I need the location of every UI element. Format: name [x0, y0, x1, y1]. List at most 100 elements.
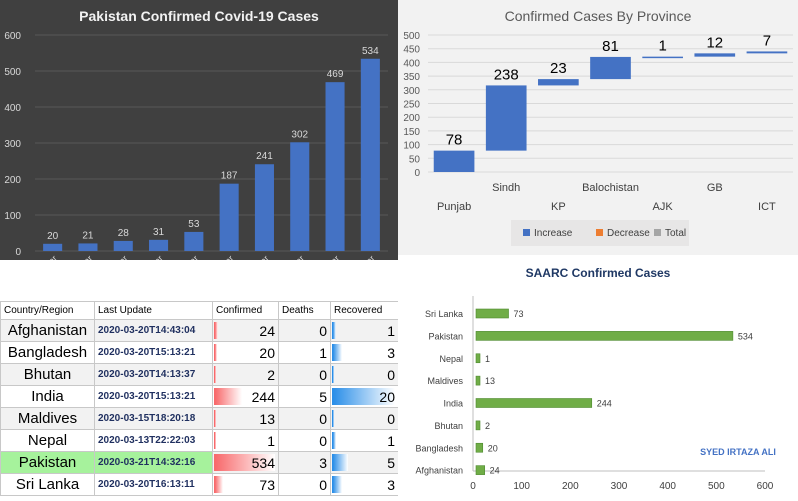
data-label: 1 [485, 354, 490, 364]
bar [475, 331, 734, 341]
x-tick-label: 400 [659, 481, 676, 492]
cell-deaths: 3 [278, 451, 331, 474]
data-bar [214, 432, 217, 449]
waterfall-bar [590, 56, 631, 80]
data-bar [214, 322, 218, 339]
cell-confirmed: 73 [212, 473, 279, 496]
x-tick-label: Balochistan [582, 182, 639, 194]
cell-recovered: 1 [330, 319, 398, 342]
cell-value: 1 [267, 432, 275, 449]
y-tick-label: 0 [15, 247, 21, 258]
table-row: Maldives 2020-03-15T18:20:18 13 0 0 [0, 407, 398, 430]
data-bar [332, 344, 343, 361]
data-bar [214, 410, 217, 427]
cell-recovered: 1 [330, 429, 398, 452]
author-annotation: SYED IRTAZA ALI [700, 447, 776, 457]
x-tick-label: 100 [513, 481, 530, 492]
chart-title: Pakistan Confirmed Covid-19 Cases [79, 8, 319, 24]
y-tick-label: 350 [403, 72, 420, 83]
cell-value: 1 [387, 432, 395, 449]
y-tick-label: 0 [414, 168, 420, 179]
cell-last-update: 2020-03-20T16:13:11 [94, 473, 213, 496]
data-bar [332, 454, 349, 471]
table-row: Bhutan 2020-03-20T14:13:37 2 0 0 [0, 363, 398, 386]
cell-value: 244 [251, 388, 275, 405]
saarc-cases-chart: SAARC Confirmed Cases 0 100 200 300 400 500 600… [398, 255, 798, 501]
cell-confirmed: 534 [212, 451, 279, 474]
data-label: 7 [763, 32, 771, 49]
cell-value: 0 [387, 366, 395, 383]
data-bar [214, 476, 224, 493]
cell-recovered: 3 [330, 473, 398, 496]
cell-value: 20 [379, 388, 395, 405]
waterfall-bar [746, 51, 788, 54]
x-tick-label: 18-Mar [244, 253, 271, 260]
cell-country: Nepal [0, 429, 95, 452]
table-row: Afghanistan 2020-03-20T14:43:04 24 0 1 [0, 319, 398, 342]
cell-recovered: 0 [330, 363, 398, 386]
cell-recovered: 3 [330, 341, 398, 364]
column-header-recovered: Recovered [330, 301, 398, 320]
bar [475, 308, 509, 319]
cell-last-update: 2020-03-21T14:32:16 [94, 451, 213, 474]
waterfall-bar [538, 79, 579, 86]
cell-confirmed: 20 [212, 341, 279, 364]
data-bar [332, 476, 343, 493]
data-label: 81 [602, 38, 619, 55]
column-header-country: Country/Region [0, 301, 95, 320]
data-label: 2 [485, 421, 490, 431]
cell-country: Maldives [0, 407, 95, 430]
y-tick-label: 300 [4, 139, 21, 150]
y-tick-label: 400 [403, 58, 420, 69]
x-tick-label: 21-Mar [350, 253, 377, 260]
x-tick-label: 13-Mar [67, 253, 94, 260]
data-label: 534 [362, 46, 379, 57]
x-tick-label: KP [551, 201, 566, 213]
data-label: 302 [291, 129, 308, 140]
data-label: 31 [153, 227, 165, 238]
cell-value: 2 [267, 366, 275, 383]
y-tick-label: Bangladesh [415, 443, 463, 453]
data-label: 73 [514, 309, 524, 319]
cell-country: Pakistan [0, 451, 95, 474]
bar [475, 442, 484, 453]
waterfall-bar [694, 53, 736, 57]
cell-value: 3 [387, 344, 395, 361]
x-tick-label: ICT [758, 201, 776, 213]
data-label: 241 [256, 151, 273, 162]
y-tick-label: 150 [403, 127, 420, 138]
bar [475, 398, 593, 408]
cell-recovered: 0 [330, 407, 398, 430]
y-tick-label: 100 [403, 141, 420, 152]
table-header-row: Country/Region Last Update Confirmed Dea… [0, 301, 398, 320]
cell-country: Bhutan [0, 363, 95, 386]
bar [149, 239, 169, 251]
cell-country: Sri Lanka [0, 473, 95, 496]
y-tick-label: 50 [409, 154, 421, 165]
cell-value: 73 [259, 476, 275, 493]
bar [219, 183, 239, 251]
y-tick-label: 450 [403, 45, 420, 56]
y-tick-label: Sri Lanka [425, 309, 463, 319]
cell-last-update: 2020-03-20T15:13:21 [94, 385, 213, 408]
x-tick-label: 200 [562, 481, 579, 492]
x-tick-label: Sindh [492, 182, 520, 194]
pakistan-cases-svg: Pakistan Confirmed Covid-19 Cases 0 100 200… [4, 8, 388, 260]
waterfall-bar [485, 85, 527, 151]
data-label: 1 [658, 38, 666, 55]
cell-confirmed: 1 [212, 429, 279, 452]
y-tick-label: 250 [403, 100, 420, 111]
cell-recovered: 20 [330, 385, 398, 408]
cell-country: India [0, 385, 95, 408]
column-header-deaths: Deaths [278, 301, 331, 320]
legend-label: Total [665, 228, 686, 239]
pakistan-cases-chart: Pakistan Confirmed Covid-19 Cases 0 100 200… [0, 0, 398, 260]
y-tick-label: Nepal [439, 354, 463, 364]
cell-deaths: 0 [278, 407, 331, 430]
y-tick-label: 500 [4, 67, 21, 78]
data-label: 23 [550, 60, 567, 77]
cell-deaths: 0 [278, 473, 331, 496]
data-label: 13 [485, 376, 495, 386]
waterfall-bar [642, 56, 683, 59]
data-label: 21 [82, 230, 94, 241]
